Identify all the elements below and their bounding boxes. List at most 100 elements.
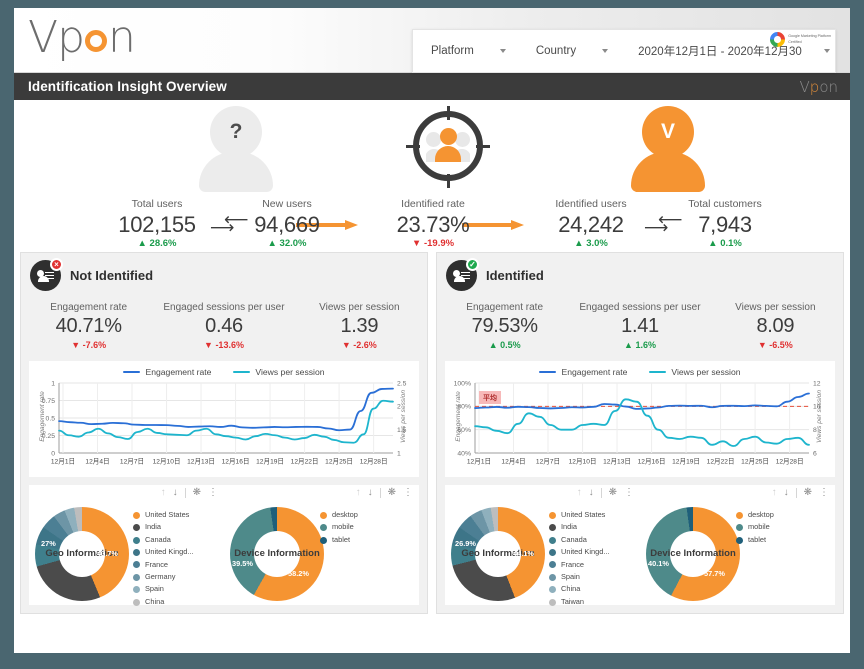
- compare-icon[interactable]: ❋: [609, 488, 617, 498]
- y2-axis-title: Views per session: [399, 389, 407, 444]
- svg-text:12月10日: 12月10日: [569, 458, 597, 466]
- kpi-value: 7,943: [698, 212, 752, 237]
- legend-item[interactable]: United Kingd...: [133, 546, 193, 558]
- svg-text:12月10日: 12月10日: [153, 458, 181, 466]
- legend-item[interactable]: Spain: [133, 583, 193, 595]
- legend-views-per-session[interactable]: Views per session: [233, 367, 325, 377]
- vpon-logo: Vpn: [28, 12, 136, 63]
- certification-line1: Google Marketing Platform: [788, 34, 831, 39]
- legend-item[interactable]: France: [133, 559, 193, 571]
- legend-views-per-session[interactable]: Views per session: [649, 367, 741, 377]
- legend-color-dot: [549, 586, 556, 594]
- svg-text:12月7日: 12月7日: [536, 458, 560, 466]
- y2-axis-title: Views per session: [815, 389, 823, 444]
- sort-ascending-icon[interactable]: ↑: [356, 488, 361, 498]
- legend-label: France: [561, 559, 585, 569]
- chart-plot-area: 100% 80% 60% 40% 12 10 8 6 12月1日 12月4日 12月7日 12月10日…: [449, 379, 831, 467]
- more-options-icon[interactable]: ⋮: [819, 488, 829, 498]
- geo-donut: Geo Information 44.1% 26.9%: [451, 507, 545, 601]
- filter-bar: Platform Country 2020年12月1日 - 2020年12月30…: [412, 29, 836, 73]
- legend-item[interactable]: United Kingd...: [549, 546, 609, 558]
- chart-toolbar: ↑ ↓ ❋ ⋮: [356, 488, 413, 498]
- legend-item[interactable]: Germany: [133, 571, 193, 583]
- legend-label: tablet: [748, 534, 767, 544]
- legend-item[interactable]: China: [549, 583, 609, 595]
- more-options-icon[interactable]: ⋮: [403, 488, 413, 498]
- svg-text:12月16日: 12月16日: [638, 458, 666, 466]
- more-options-icon[interactable]: ⋮: [624, 488, 634, 498]
- svg-text:12月13日: 12月13日: [603, 458, 631, 466]
- legend-label: desktop: [748, 510, 774, 519]
- geo-slice-label-primary: 43.7%: [97, 549, 118, 558]
- compare-icon[interactable]: ❋: [388, 488, 396, 498]
- legend-item[interactable]: Spain: [549, 571, 609, 583]
- legend-item[interactable]: desktop: [320, 509, 358, 521]
- device-information-chart: ↑ ↓ ❋ ⋮ Device Information 58.2% 39.5% d…: [224, 485, 419, 605]
- legend-label: Canada: [145, 534, 171, 544]
- geo-legend: United States India Canada United Kingd... F…: [133, 509, 193, 608]
- kpi-label: Identified users: [555, 198, 627, 210]
- legend-label: United States: [145, 510, 190, 519]
- legend-engagement-rate[interactable]: Engagement rate: [539, 367, 627, 377]
- kpi-delta: ▼ -6.5%: [757, 340, 793, 350]
- y-axis-title: Engagement rate: [454, 391, 462, 442]
- legend-item[interactable]: India: [133, 521, 193, 533]
- sort-ascending-icon[interactable]: ↑: [577, 488, 582, 498]
- device-legend: desktop mobile tablet: [736, 509, 774, 546]
- kpi-label: Views per session: [319, 302, 400, 313]
- not-identified-badge-icon: ×: [30, 258, 63, 291]
- legend-color-dot: [133, 598, 140, 606]
- legend-engagement-rate[interactable]: Engagement rate: [123, 367, 211, 377]
- legend-item[interactable]: Taiwan: [549, 596, 609, 608]
- funnel-section: ? V ⟶ ⟵ ⟶ ⟵ Total users 102,155 ▲ 28.6% …: [14, 100, 850, 252]
- geo-information-chart: ↑ ↓ ❋ ⋮ Geo Information 44.1% 26.9% Unit…: [445, 485, 640, 608]
- sort-ascending-icon[interactable]: ↑: [161, 488, 166, 498]
- svg-text:1: 1: [397, 450, 401, 457]
- legend-item[interactable]: tablet: [736, 534, 774, 546]
- svg-text:12月28日: 12月28日: [360, 458, 388, 466]
- sort-ascending-icon[interactable]: ↑: [772, 488, 777, 498]
- chart-toolbar: ↑ ↓ ❋ ⋮: [577, 488, 634, 498]
- sort-descending-icon[interactable]: ↓: [368, 488, 373, 498]
- legend-color-dot: [549, 524, 556, 532]
- compare-icon[interactable]: ❋: [193, 488, 201, 498]
- kpi-label: Engaged sessions per user: [579, 302, 701, 313]
- legend-color-dot: [133, 586, 140, 594]
- more-options-icon[interactable]: ⋮: [208, 488, 218, 498]
- kpi-delta: ▼ -19.9%: [411, 238, 455, 249]
- legend-item[interactable]: tablet: [320, 534, 358, 546]
- legend-color-dot: [133, 561, 140, 569]
- legend-item[interactable]: mobile: [736, 521, 774, 533]
- chart-toolbar: ↑ ↓ ❋ ⋮: [161, 488, 218, 498]
- legend-item[interactable]: China: [133, 596, 193, 608]
- legend-item[interactable]: United States: [549, 509, 609, 521]
- legend-item[interactable]: United States: [133, 509, 193, 521]
- device-information-chart: ↑ ↓ ❋ ⋮ Device Information 57.7% 40.1% d…: [640, 485, 835, 605]
- legend-item[interactable]: India: [549, 521, 609, 533]
- legend-item[interactable]: Canada: [133, 534, 193, 546]
- platform-filter[interactable]: Platform: [413, 30, 506, 72]
- sort-descending-icon[interactable]: ↓: [173, 488, 178, 498]
- country-filter[interactable]: Country: [506, 30, 609, 72]
- geo-slice-label-primary: 44.1%: [513, 549, 534, 558]
- legend-label: mobile: [748, 522, 770, 532]
- legend-item[interactable]: desktop: [736, 509, 774, 521]
- sort-descending-icon[interactable]: ↓: [784, 488, 789, 498]
- legend-item[interactable]: mobile: [320, 521, 358, 533]
- sort-descending-icon[interactable]: ↓: [589, 488, 594, 498]
- kpi-engaged-sessions: Engaged sessions per user 0.46 ▼ -13.6%: [156, 301, 291, 351]
- legend-label: France: [145, 559, 169, 569]
- legend-color-dot: [549, 511, 556, 519]
- svg-text:12月22日: 12月22日: [291, 458, 319, 466]
- compare-icon[interactable]: ❋: [804, 488, 812, 498]
- legend-label: Taiwan: [561, 596, 585, 606]
- kpi-total-customers: Total customers 7,943 ▲ 0.1%: [660, 198, 790, 250]
- chart-legend: Engagement rate Views per session: [449, 367, 831, 377]
- svg-text:6: 6: [813, 450, 817, 457]
- panel-title: Identified: [486, 268, 544, 283]
- page-title: Identification Insight Overview: [28, 79, 227, 94]
- kpi-value: 94,669: [254, 212, 320, 237]
- legend-item[interactable]: Canada: [549, 534, 609, 546]
- legend-item[interactable]: France: [549, 559, 609, 571]
- unknown-user-glyph: ?: [210, 106, 262, 158]
